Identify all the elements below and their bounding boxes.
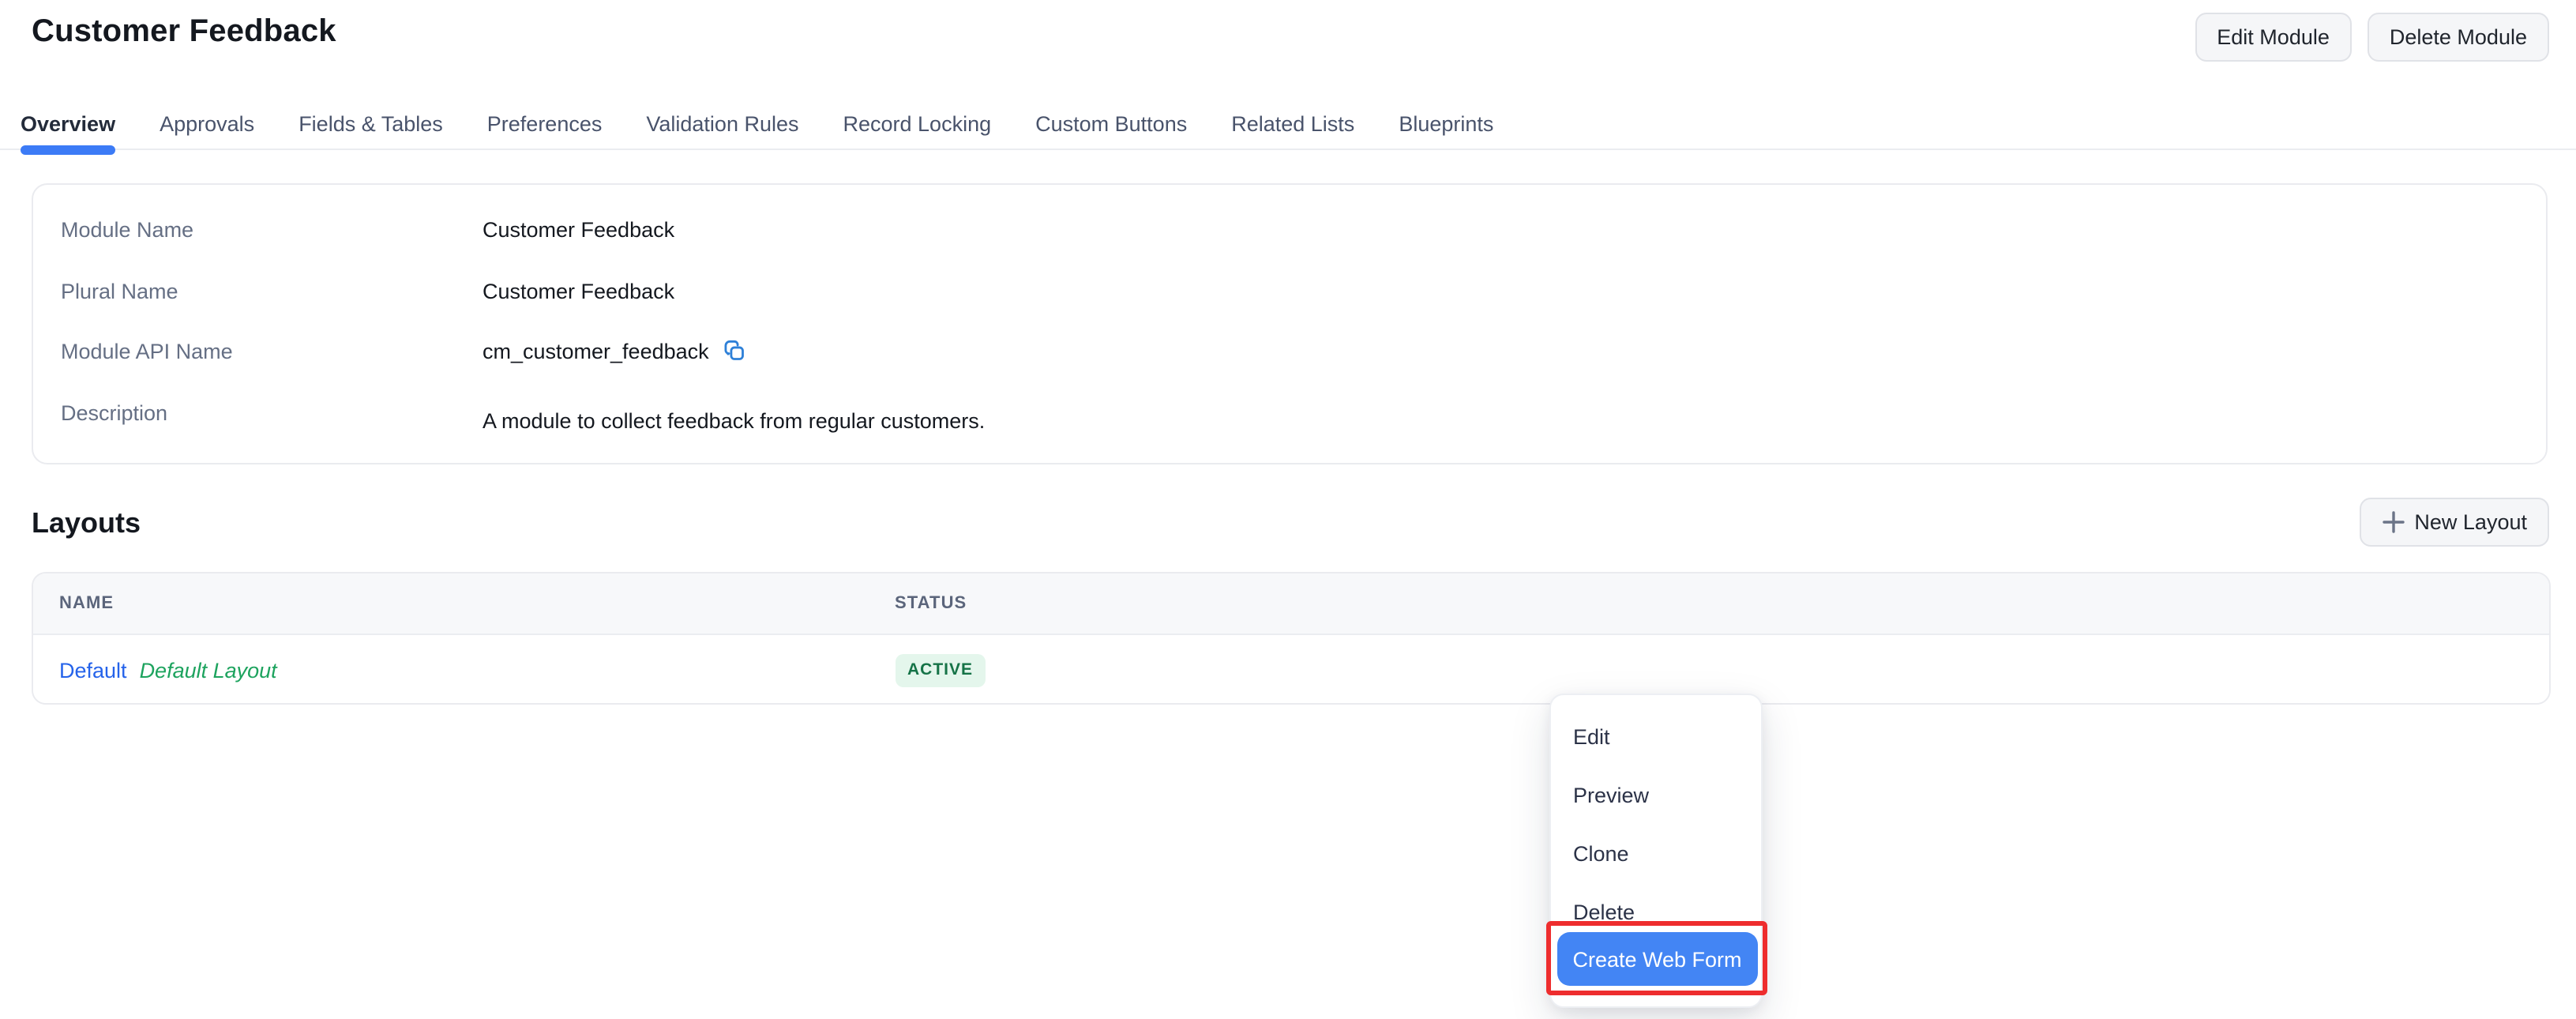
menu-item-edit[interactable]: Edit xyxy=(1551,708,1761,766)
tab-preferences[interactable]: Preferences xyxy=(487,100,603,149)
tab-record-locking[interactable]: Record Locking xyxy=(843,100,992,149)
layout-name-suffix: Default Layout xyxy=(140,658,277,682)
field-row-api-name: Module API Name cm_customer_feedback xyxy=(32,340,2545,400)
create-web-form-button[interactable]: Create Web Form xyxy=(1557,932,1757,986)
tab-approvals[interactable]: Approvals xyxy=(160,100,254,149)
column-header-status: STATUS xyxy=(895,594,967,613)
page-title: Customer Feedback xyxy=(32,14,336,51)
layouts-heading: Layouts xyxy=(32,507,141,540)
delete-module-button[interactable]: Delete Module xyxy=(2368,13,2549,62)
header-actions: Edit Module Delete Module xyxy=(2195,13,2549,62)
menu-item-clone[interactable]: Clone xyxy=(1551,825,1761,883)
field-value: cm_customer_feedback xyxy=(483,340,745,363)
menu-item-preview[interactable]: Preview xyxy=(1551,766,1761,825)
column-header-name: NAME xyxy=(59,594,114,613)
field-label: Plural Name xyxy=(61,279,483,303)
field-value: Customer Feedback xyxy=(483,279,674,303)
tab-blueprints[interactable]: Blueprints xyxy=(1399,100,1493,149)
tab-validation-rules[interactable]: Validation Rules xyxy=(646,100,798,149)
field-value: A module to collect feedback from regula… xyxy=(483,400,985,432)
status-badge: ACTIVE xyxy=(895,653,986,686)
tab-related-lists[interactable]: Related Lists xyxy=(1231,100,1354,149)
layout-actions-menu: Edit Preview Clone Delete Create Web For… xyxy=(1549,694,1763,1008)
layout-name-cell: Default Default Layout xyxy=(59,658,277,682)
field-value: Customer Feedback xyxy=(483,218,674,242)
field-label: Module Name xyxy=(61,218,483,242)
tab-custom-buttons[interactable]: Custom Buttons xyxy=(1035,100,1187,149)
field-row-description: Description A module to collect feedback… xyxy=(32,400,2545,461)
plus-icon xyxy=(2381,510,2405,534)
new-layout-label: New Layout xyxy=(2414,510,2527,534)
tab-fields-tables[interactable]: Fields & Tables xyxy=(299,100,443,149)
field-row-module-name: Module Name Customer Feedback xyxy=(32,218,2545,279)
api-name-value: cm_customer_feedback xyxy=(483,340,709,363)
tab-bar: Overview Approvals Fields & Tables Prefe… xyxy=(0,100,2576,150)
layouts-table: NAME STATUS Default Default Layout ACTIV… xyxy=(31,572,2550,705)
new-layout-button[interactable]: New Layout xyxy=(2359,498,2549,547)
module-overview-panel: Module Name Customer Feedback Plural Nam… xyxy=(31,183,2547,464)
copy-icon[interactable] xyxy=(723,340,745,362)
module-settings-page: Customer Feedback Edit Module Delete Mod… xyxy=(0,0,2576,1019)
tab-overview[interactable]: Overview xyxy=(21,100,115,149)
field-label: Description xyxy=(61,400,483,424)
table-row: Default Default Layout ACTIVE xyxy=(32,635,2548,705)
field-row-plural-name: Plural Name Customer Feedback xyxy=(32,279,2545,340)
field-label: Module API Name xyxy=(61,340,483,363)
edit-module-button[interactable]: Edit Module xyxy=(2195,13,2352,62)
layout-name-link[interactable]: Default xyxy=(59,658,127,682)
layouts-table-header: NAME STATUS xyxy=(32,573,2548,635)
